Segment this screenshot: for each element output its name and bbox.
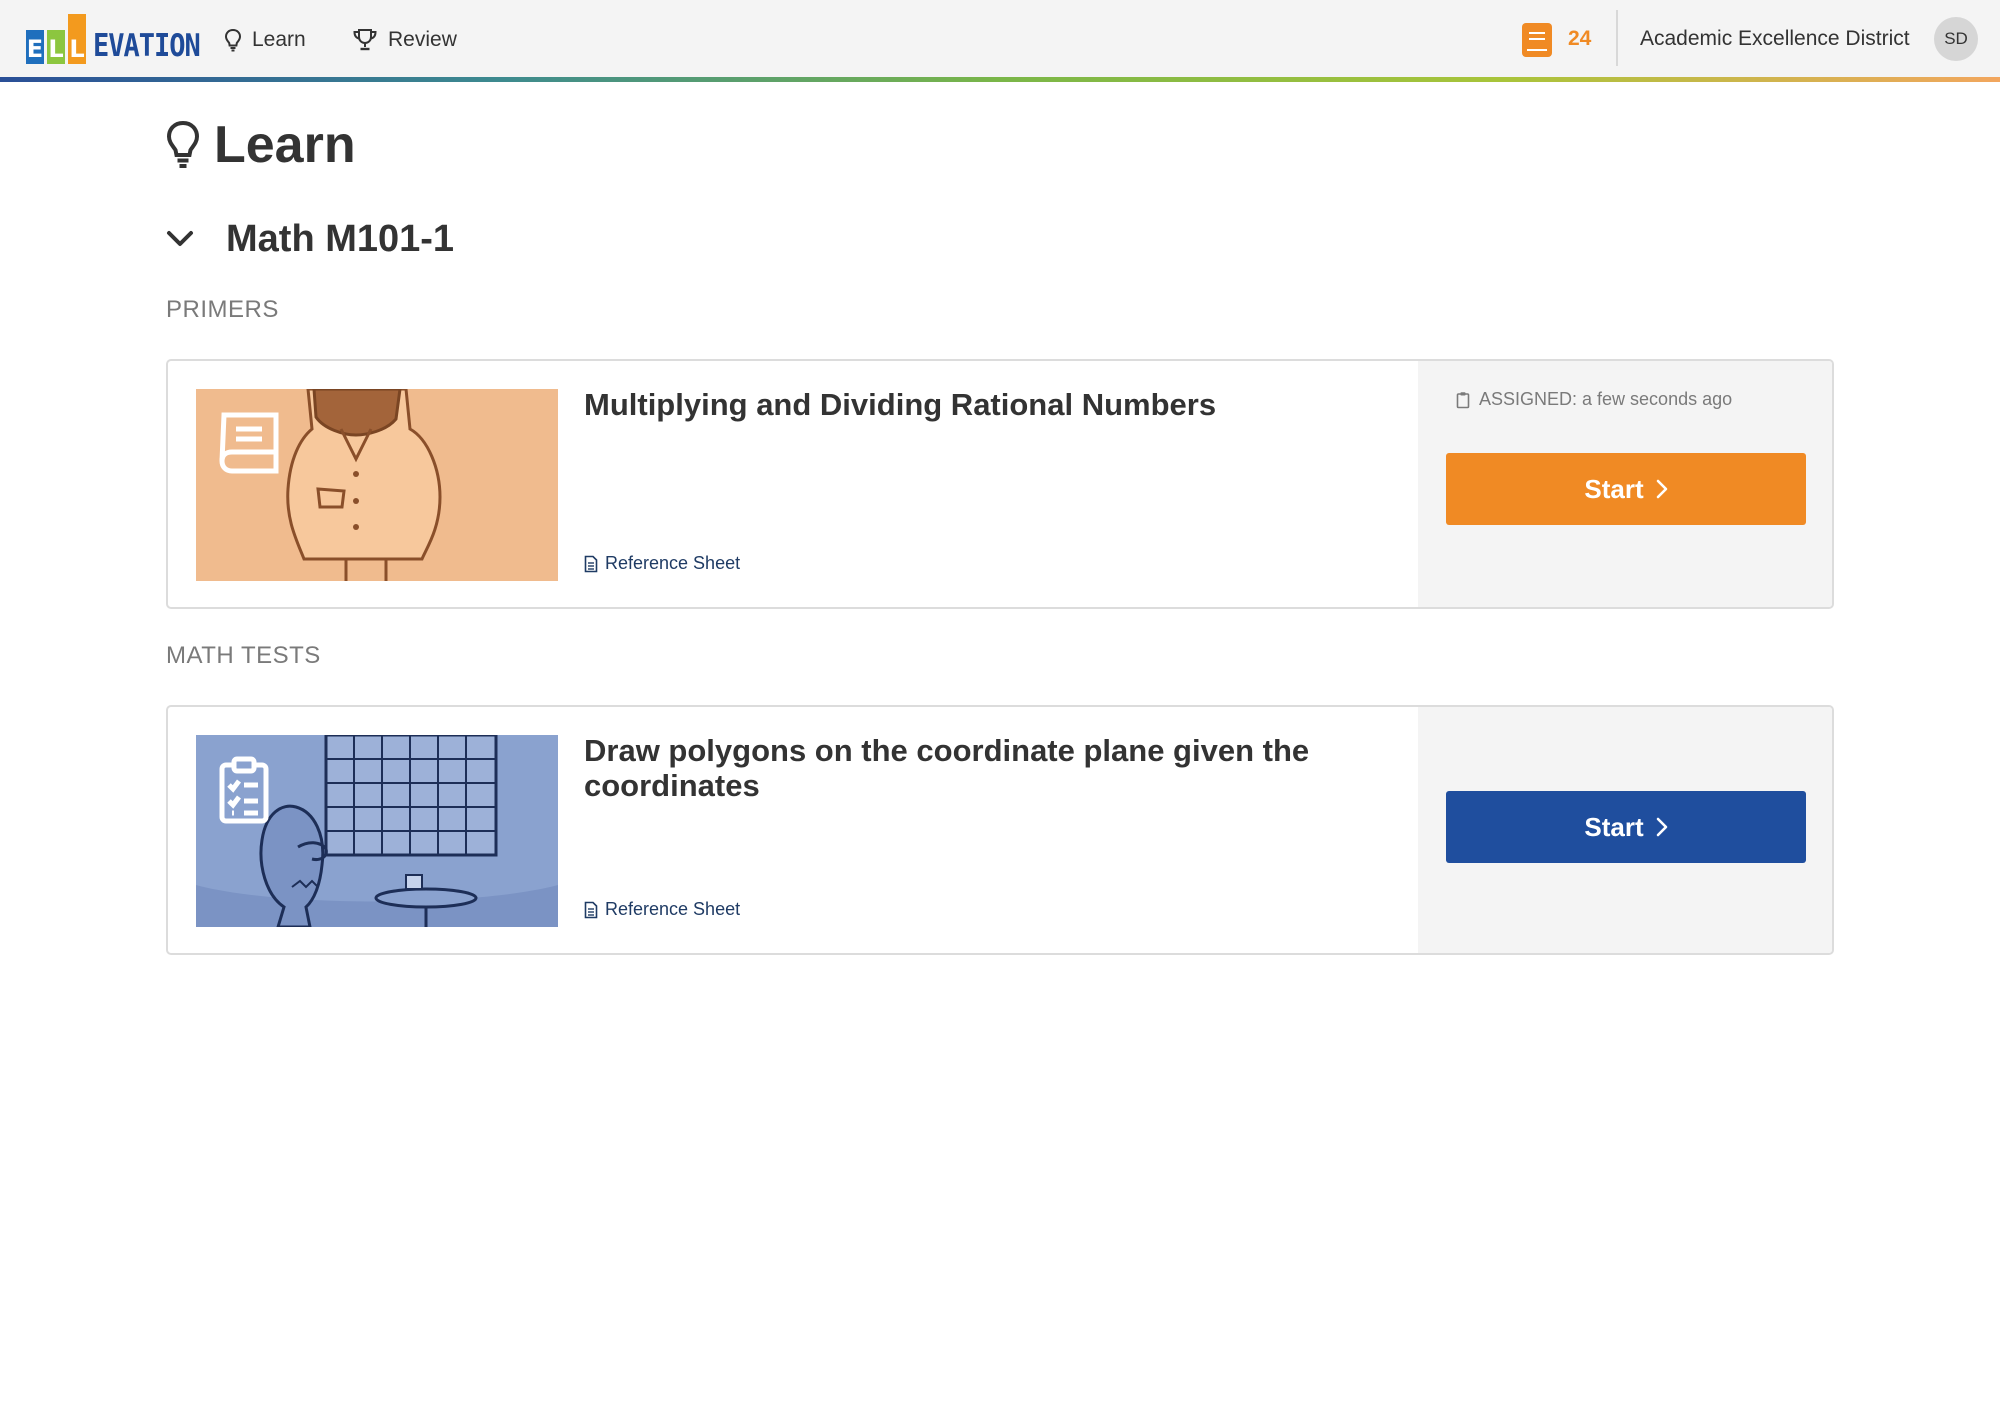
section-label-primers: PRIMERS [166,296,279,323]
chevron-right-icon [1656,479,1667,499]
assignment-thumbnail [196,389,558,581]
logo-letter: L [69,35,85,63]
reference-sheet-link[interactable]: Reference Sheet [584,553,740,574]
assigned-status: ASSIGNED: a few seconds ago [1456,389,1732,410]
chevron-right-icon [1656,817,1667,837]
start-button[interactable]: Start [1446,791,1806,863]
nav-review-label: Review [388,28,457,51]
assignment-action-panel: ASSIGNED: a few seconds ago Start [1418,361,1832,607]
assignment-card: Multiplying and Dividing Rational Number… [166,359,1834,609]
trophy-icon [353,29,377,51]
primer-illustration [196,389,558,581]
nav-learn-link[interactable]: Learn [224,24,306,56]
start-button-label: Start [1584,811,1644,842]
math-test-illustration [196,735,558,927]
course-title: Math M101-1 [226,217,455,260]
top-nav-bar: E L L EVATION Learn Review 24 Academic E… [0,0,2000,78]
assignment-action-panel: Start [1418,707,1832,953]
points-book-icon [1522,23,1552,57]
logo-block-l2: L [68,14,86,64]
course-group-header[interactable]: Math M101-1 [166,214,454,264]
page-title: Learn [166,115,356,175]
logo-block-l1: L [47,30,65,64]
assignment-thumbnail [196,735,558,927]
brand-gradient-rule [0,77,2000,82]
page-title-text: Learn [214,116,356,174]
section-label-math-tests: MATH TESTS [166,642,321,669]
chevron-down-icon[interactable] [166,230,194,248]
nav-divider [1616,10,1618,66]
logo-wordmark: EVATION [93,28,201,65]
assignment-title[interactable]: Draw polygons on the coordinate plane gi… [584,733,1404,803]
reference-sheet-label: Reference Sheet [605,553,741,573]
district-name[interactable]: Academic Excellence District [1640,27,1910,51]
lightbulb-icon [166,120,200,168]
logo-block-e: E [26,30,44,64]
user-avatar[interactable]: SD [1934,17,1978,61]
logo-letter: E [26,35,44,63]
assignment-card: Draw polygons on the coordinate plane gi… [166,705,1834,955]
assignment-title[interactable]: Multiplying and Dividing Rational Number… [584,387,1404,422]
points-count: 24 [1568,27,1592,50]
document-icon [584,555,598,572]
clipboard-icon [1456,391,1470,408]
nav-review-link[interactable]: Review [352,24,457,56]
start-button-label: Start [1584,473,1644,504]
lightbulb-icon [224,28,242,52]
nav-learn-label: Learn [252,28,306,51]
assigned-text: ASSIGNED: a few seconds ago [1479,389,1733,409]
reference-sheet-label: Reference Sheet [605,899,741,919]
logo-letter: L [48,35,64,63]
reference-sheet-link[interactable]: Reference Sheet [584,899,740,920]
ellevation-logo[interactable]: E L L EVATION [26,10,201,65]
document-icon [584,901,598,918]
start-button[interactable]: Start [1446,453,1806,525]
